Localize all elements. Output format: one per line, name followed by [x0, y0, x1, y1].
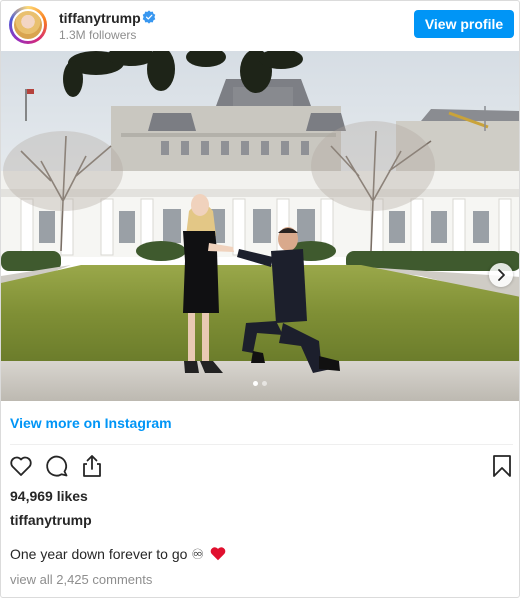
- like-count[interactable]: 94,969 likes: [10, 488, 88, 504]
- carousel-dot: [262, 381, 267, 386]
- caption-username[interactable]: tiffanytrump: [10, 512, 92, 528]
- carousel-next-button[interactable]: [489, 263, 513, 287]
- header-username[interactable]: tiffanytrump: [59, 10, 141, 26]
- red-heart-emoji-icon: [210, 547, 226, 561]
- avatar-image: [12, 9, 44, 41]
- caption: One year down forever to go ♾: [10, 546, 226, 563]
- post-header: tiffanytrump 1.3M followers View profile: [1, 1, 519, 51]
- divider: [10, 444, 513, 445]
- share-icon[interactable]: [79, 453, 105, 479]
- next-arrow-icon: [498, 269, 505, 281]
- bookmark-icon[interactable]: [489, 453, 515, 479]
- heart-outline-icon[interactable]: [8, 453, 34, 479]
- carousel-dot-active: [253, 381, 258, 386]
- view-profile-button[interactable]: View profile: [414, 10, 514, 38]
- view-more-on-instagram-link[interactable]: View more on Instagram: [10, 415, 172, 431]
- photo-illustration: [1, 51, 519, 401]
- avatar[interactable]: [9, 6, 47, 44]
- instagram-embed-card: tiffanytrump 1.3M followers View profile: [0, 0, 520, 598]
- caption-text: One year down forever to go ♾: [10, 546, 204, 562]
- post-photo[interactable]: [1, 51, 519, 401]
- follower-count: 1.3M followers: [59, 28, 137, 42]
- comment-icon[interactable]: [44, 453, 70, 479]
- view-all-comments-link[interactable]: view all 2,425 comments: [10, 572, 152, 587]
- verified-badge-icon: [142, 10, 156, 24]
